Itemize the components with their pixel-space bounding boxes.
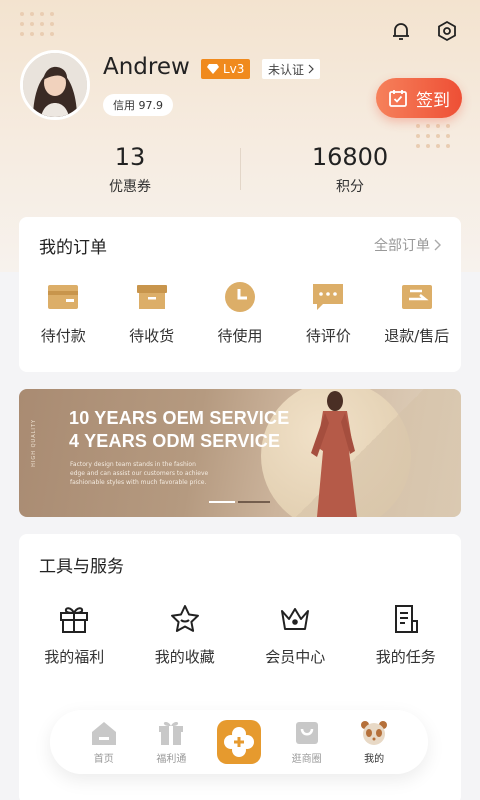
tool-welfare-label: 我的福利 xyxy=(44,648,105,666)
order-pending-receipt-label: 待收货 xyxy=(129,327,175,345)
order-pending-use-label: 待使用 xyxy=(217,327,263,345)
tools-title: 工具与服务 xyxy=(39,557,124,577)
banner-pager xyxy=(209,501,270,503)
order-refund-label: 退款/售后 xyxy=(384,327,450,345)
comment-icon xyxy=(312,281,344,313)
tool-welfare[interactable]: 我的福利 xyxy=(19,602,130,667)
tools-grid: 我的福利 我的收藏 会员中心 我的任务 xyxy=(19,602,461,667)
shopping-bag-icon xyxy=(293,720,321,746)
clock-icon xyxy=(224,281,256,313)
level-text: Lv3 xyxy=(223,62,245,76)
avatar[interactable] xyxy=(20,50,90,120)
gift-box-icon xyxy=(157,720,185,746)
all-orders-link[interactable]: 全部订单 xyxy=(374,235,441,255)
tab-mall[interactable]: 逛商圈 xyxy=(277,720,337,765)
banner-vertical-text: HIGH QUALITY xyxy=(31,419,37,467)
points-stat[interactable]: 16800 积分 xyxy=(230,140,470,196)
settings-hexagon-icon[interactable] xyxy=(434,18,460,44)
points-count: 16800 xyxy=(311,143,389,171)
panda-icon xyxy=(360,720,388,746)
tab-mine[interactable]: 我的 xyxy=(344,720,404,765)
tab-home[interactable]: 首页 xyxy=(74,720,134,765)
all-orders-label: 全部订单 xyxy=(374,238,430,254)
tool-membership-label: 会员中心 xyxy=(265,648,326,666)
task-icon xyxy=(389,602,423,636)
decorative-dots xyxy=(20,12,54,36)
promo-banner[interactable]: HIGH QUALITY 10 YEARS OEM SERVICE 4 YEAR… xyxy=(19,389,461,517)
stats-row: 13 优惠券 16800 积分 xyxy=(0,140,480,200)
tab-welfare[interactable]: 福利通 xyxy=(141,720,201,765)
tool-tasks-label: 我的任务 xyxy=(375,648,436,666)
wallet-icon xyxy=(47,281,79,313)
tool-membership[interactable]: 会员中心 xyxy=(240,602,351,667)
model-figure xyxy=(311,391,357,517)
plus-clover-icon xyxy=(216,720,261,764)
sign-in-button[interactable]: 签到 xyxy=(376,78,462,118)
order-refund[interactable]: 退款/售后 xyxy=(373,281,461,346)
pager-dot[interactable] xyxy=(238,501,270,503)
calendar-check-icon xyxy=(389,90,407,107)
sign-in-label: 签到 xyxy=(416,90,450,111)
order-pending-review[interactable]: 待评价 xyxy=(284,281,372,346)
refund-icon xyxy=(401,281,433,313)
user-name: Andrew xyxy=(103,54,190,80)
tool-tasks[interactable]: 我的任务 xyxy=(351,602,462,667)
bell-icon[interactable] xyxy=(388,18,414,44)
coupon-count: 13 xyxy=(114,143,146,171)
tool-favorites-label: 我的收藏 xyxy=(154,648,215,666)
home-icon xyxy=(90,720,118,746)
level-badge[interactable]: Lv3 xyxy=(201,59,251,79)
bottom-tab-bar: 首页 福利通 逛商圈 我的 xyxy=(50,710,428,774)
top-actions xyxy=(388,18,460,44)
banner-description: Factory design team stands in the fashio… xyxy=(70,461,209,486)
chevron-right-icon xyxy=(434,239,441,251)
coupon-label: 优惠券 xyxy=(109,179,151,195)
chevron-right-icon xyxy=(308,64,314,74)
order-pending-review-label: 待评价 xyxy=(305,327,351,345)
coupon-stat[interactable]: 13 优惠券 xyxy=(10,140,250,196)
order-pending-use[interactable]: 待使用 xyxy=(196,281,284,346)
pager-dot-active[interactable] xyxy=(209,501,235,503)
banner-headline-2: 4 YEARS ODM SERVICE xyxy=(69,431,281,451)
star-icon xyxy=(168,602,202,636)
gift-icon xyxy=(57,602,91,636)
tab-welfare-label: 福利通 xyxy=(156,753,187,765)
order-pending-receipt[interactable]: 待收货 xyxy=(107,281,195,346)
banner-headline-1: 10 YEARS OEM SERVICE xyxy=(69,408,290,428)
crown-icon xyxy=(278,602,312,636)
order-status-row: 待付款 待收货 待使用 待评价 退款/售后 xyxy=(19,281,461,346)
box-icon xyxy=(136,281,168,313)
tool-favorites[interactable]: 我的收藏 xyxy=(130,602,241,667)
tab-home-label: 首页 xyxy=(93,753,114,765)
orders-title: 我的订单 xyxy=(39,238,107,258)
order-pending-payment[interactable]: 待付款 xyxy=(19,281,107,346)
diamond-icon xyxy=(207,64,219,74)
tab-mall-label: 逛商圈 xyxy=(291,753,322,765)
orders-card: 我的订单 全部订单 待付款 待收货 待使用 待评价 退款/售后 xyxy=(19,217,461,372)
points-label: 积分 xyxy=(336,179,364,195)
verification-badge[interactable]: 未认证 xyxy=(262,59,321,79)
tab-mine-label: 我的 xyxy=(364,753,385,765)
credit-score: 信用 97.9 xyxy=(103,94,173,116)
verification-text: 未认证 xyxy=(268,62,305,77)
order-pending-payment-label: 待付款 xyxy=(40,327,86,345)
tab-center[interactable] xyxy=(209,720,269,764)
